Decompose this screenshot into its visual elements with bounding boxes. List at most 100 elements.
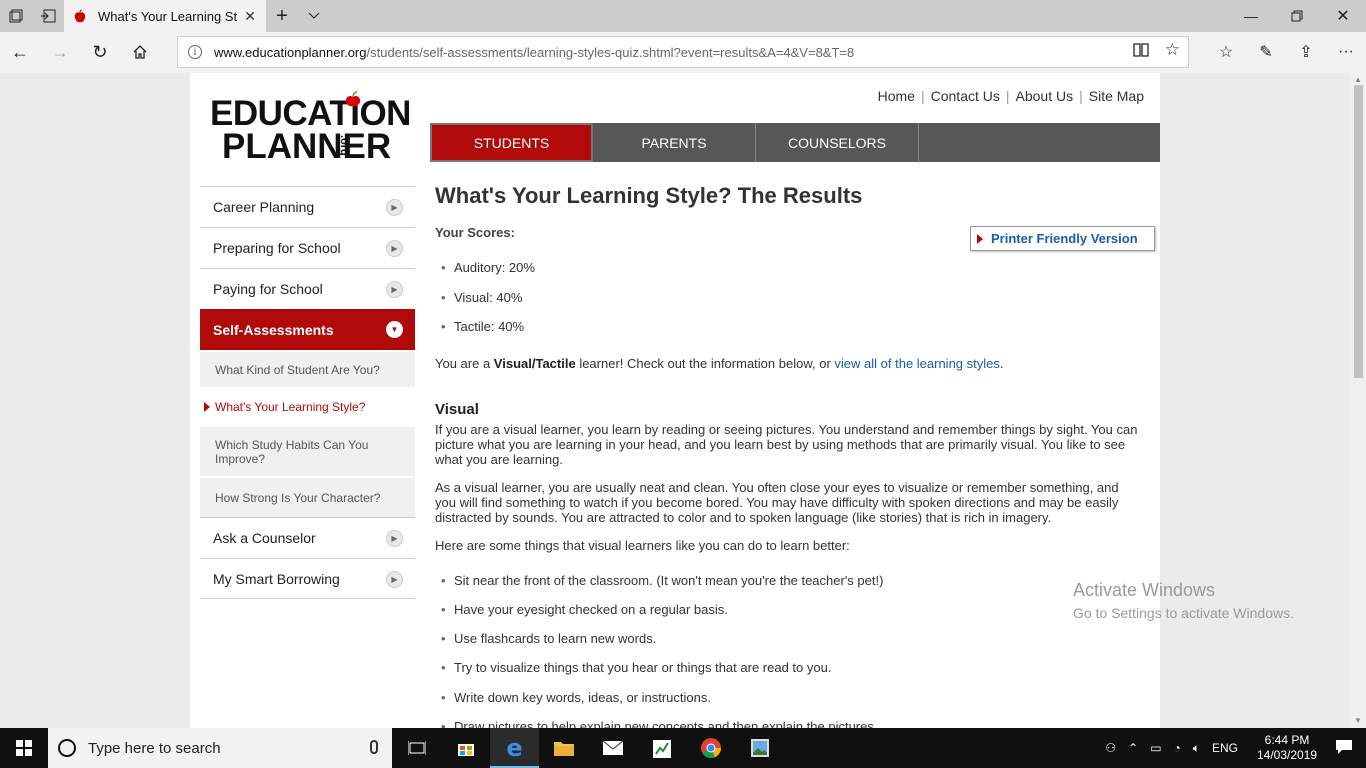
home-icon[interactable]: [124, 36, 156, 68]
tip-item: Write down key words, ideas, or instruct…: [435, 690, 1140, 719]
back-icon[interactable]: ←: [4, 36, 36, 68]
file-explorer-icon[interactable]: [539, 728, 588, 768]
mail-icon[interactable]: [588, 728, 637, 768]
edge-browser-icon[interactable]: e: [490, 728, 539, 768]
page-container: EDUCATION PLANNER .org Home | Contact Us |…: [190, 73, 1160, 728]
tab-title: What's Your Learning St: [98, 8, 238, 24]
reading-view-icon[interactable]: [1133, 42, 1149, 61]
result-intro: You are a Visual/Tactile learner! Check …: [435, 356, 1140, 371]
scroll-up-icon[interactable]: ▲: [1353, 75, 1363, 85]
sidebar-item-label: Ask a Counselor: [213, 530, 316, 546]
sidebar-item-paying-for-school[interactable]: Paying for School ▶: [200, 268, 415, 309]
url-path: /students/self-assessments/learning-styl…: [366, 44, 855, 60]
windows-start-icon[interactable]: [0, 728, 48, 768]
chrome-icon[interactable]: [686, 728, 735, 768]
new-tab-icon[interactable]: +: [266, 0, 298, 32]
score-item: Tactile: 40%: [435, 319, 1140, 349]
view-all-styles-link[interactable]: view all of the learning styles: [834, 356, 999, 371]
tab-parents[interactable]: PARENTS: [593, 123, 756, 162]
active-tab[interactable]: What's Your Learning St ✕: [64, 0, 266, 32]
favorite-star-icon[interactable]: ☆: [1165, 41, 1180, 61]
arrow-right-icon: ▶: [386, 199, 403, 216]
sidebar-subitem-character[interactable]: How Strong Is Your Character?: [200, 476, 415, 517]
site-map-link[interactable]: Site Map: [1089, 88, 1144, 104]
visual-paragraph-2: As a visual learner, you are usually nea…: [435, 479, 1119, 525]
tab-students[interactable]: STUDENTS: [430, 123, 593, 162]
minimize-icon[interactable]: —: [1228, 0, 1274, 32]
sidebar-item-self-assessments[interactable]: Self-Assessments ▼: [200, 309, 415, 350]
taskbar: Type here to search e ⚇ ⌃ ▭ ◔ 🔈︎ ENG 6:4…: [0, 728, 1366, 768]
scroll-down-icon[interactable]: ▼: [1353, 716, 1363, 726]
printer-friendly-label: Printer Friendly Version: [991, 231, 1138, 246]
tab-close-icon[interactable]: ✕: [244, 8, 256, 25]
score-item: Auditory: 20%: [435, 260, 1140, 290]
learner-type: Visual/Tactile: [493, 355, 576, 371]
sidebar-item-label: Preparing for School: [213, 240, 341, 256]
page-title: What's Your Learning Style? The Results: [435, 183, 863, 208]
tip-item: Draw pictures to help explain new concep…: [435, 719, 1140, 728]
sidebar-subitem-learning-style[interactable]: What's Your Learning Style?: [200, 387, 415, 425]
education-planner-logo[interactable]: EDUCATION PLANNER .org: [210, 91, 411, 167]
printer-friendly-button[interactable]: Printer Friendly Version: [970, 226, 1155, 251]
page-viewport: EDUCATION PLANNER .org Home | Contact Us |…: [0, 73, 1366, 728]
tab-actions-icon[interactable]: [0, 0, 32, 32]
spreadsheet-app-icon[interactable]: [637, 728, 686, 768]
tab-list-chevron-icon[interactable]: [298, 0, 330, 32]
refresh-icon[interactable]: ↻: [84, 36, 116, 68]
scroll-thumb[interactable]: [1354, 85, 1363, 378]
sidebar-item-label: Career Planning: [213, 199, 315, 215]
share-icon[interactable]: ⇪: [1290, 36, 1322, 68]
sidebar-item-ask-a-counselor[interactable]: Ask a Counselor ▶: [200, 517, 415, 558]
system-tray: ⚇ ⌃ ▭ ◔ 🔈︎ ENG 6:44 PM 14/03/2019: [1099, 728, 1366, 768]
sidebar-item-smart-borrowing[interactable]: My Smart Borrowing ▶: [200, 558, 415, 599]
tip-item: Sit near the front of the classroom. (It…: [435, 573, 1140, 602]
show-hidden-icons-chevron-icon[interactable]: ⌃: [1128, 741, 1138, 755]
address-bar[interactable]: i www.educationplanner.org/students/self…: [177, 36, 1189, 68]
set-tabs-aside-icon[interactable]: [32, 0, 64, 32]
logo-line1: EDUCATION: [210, 94, 411, 133]
image-viewer-icon[interactable]: [735, 728, 784, 768]
visual-heading: Visual: [435, 400, 479, 418]
pen-icon[interactable]: ✎: [1250, 36, 1282, 68]
arrow-right-icon: ▶: [386, 530, 403, 547]
more-menu-icon[interactable]: ···: [1330, 36, 1362, 68]
language-indicator[interactable]: ENG: [1212, 741, 1238, 755]
logo-line2-wrap: PLANNER .org: [210, 129, 400, 164]
sidebar-subitem-study-habits[interactable]: Which Study Habits Can You Improve?: [200, 425, 415, 476]
page-scrollbar[interactable]: ▲ ▼: [1350, 73, 1366, 728]
store-icon[interactable]: [441, 728, 490, 768]
people-icon[interactable]: ⚇: [1105, 741, 1116, 755]
volume-icon[interactable]: 🔈︎: [1193, 741, 1200, 756]
contact-us-link[interactable]: Contact Us: [931, 88, 1000, 104]
forward-icon[interactable]: →: [44, 36, 76, 68]
arrow-down-icon: ▼: [386, 321, 403, 338]
restore-icon[interactable]: [1274, 0, 1320, 32]
sidebar-item-preparing-for-school[interactable]: Preparing for School ▶: [200, 227, 415, 268]
battery-icon[interactable]: ▭: [1150, 741, 1161, 755]
close-window-icon[interactable]: ✕: [1320, 0, 1366, 32]
cortana-circle-icon: [58, 739, 76, 757]
favorites-icon[interactable]: ☆: [1210, 36, 1242, 68]
apple-favicon-icon: [74, 9, 86, 23]
tip-item: Try to visualize things that you hear or…: [435, 660, 1140, 689]
visual-paragraph-3: Here are some things that visual learner…: [435, 537, 850, 553]
tab-counselors[interactable]: COUNSELORS: [756, 123, 919, 162]
watermark-line1: Activate Windows: [1073, 580, 1216, 600]
clock-time: 6:44 PM: [1264, 733, 1310, 747]
network-icon[interactable]: ◔: [1174, 741, 1181, 755]
site-info-icon[interactable]: i: [188, 45, 202, 59]
score-item: Visual: 40%: [435, 290, 1140, 320]
sidebar-item-label: Paying for School: [213, 281, 323, 297]
task-view-icon[interactable]: [392, 728, 441, 768]
taskbar-search-box[interactable]: Type here to search: [48, 728, 392, 768]
home-link[interactable]: Home: [878, 88, 915, 104]
clock[interactable]: 6:44 PM 14/03/2019: [1252, 733, 1322, 763]
about-us-link[interactable]: About Us: [1016, 88, 1074, 104]
notifications-icon[interactable]: [1336, 739, 1352, 757]
sidebar-item-career-planning[interactable]: Career Planning ▶: [200, 186, 415, 227]
sidebar-subitem-student-kind[interactable]: What Kind of Student Are You?: [200, 350, 415, 387]
score-list: Auditory: 20% Visual: 40% Tactile: 40%: [435, 260, 1140, 349]
main-content: What's Your Learning Style? The Results …: [435, 183, 1155, 728]
microphone-icon[interactable]: [370, 740, 378, 754]
tip-item: Have your eyesight checked on a regular …: [435, 602, 1140, 631]
